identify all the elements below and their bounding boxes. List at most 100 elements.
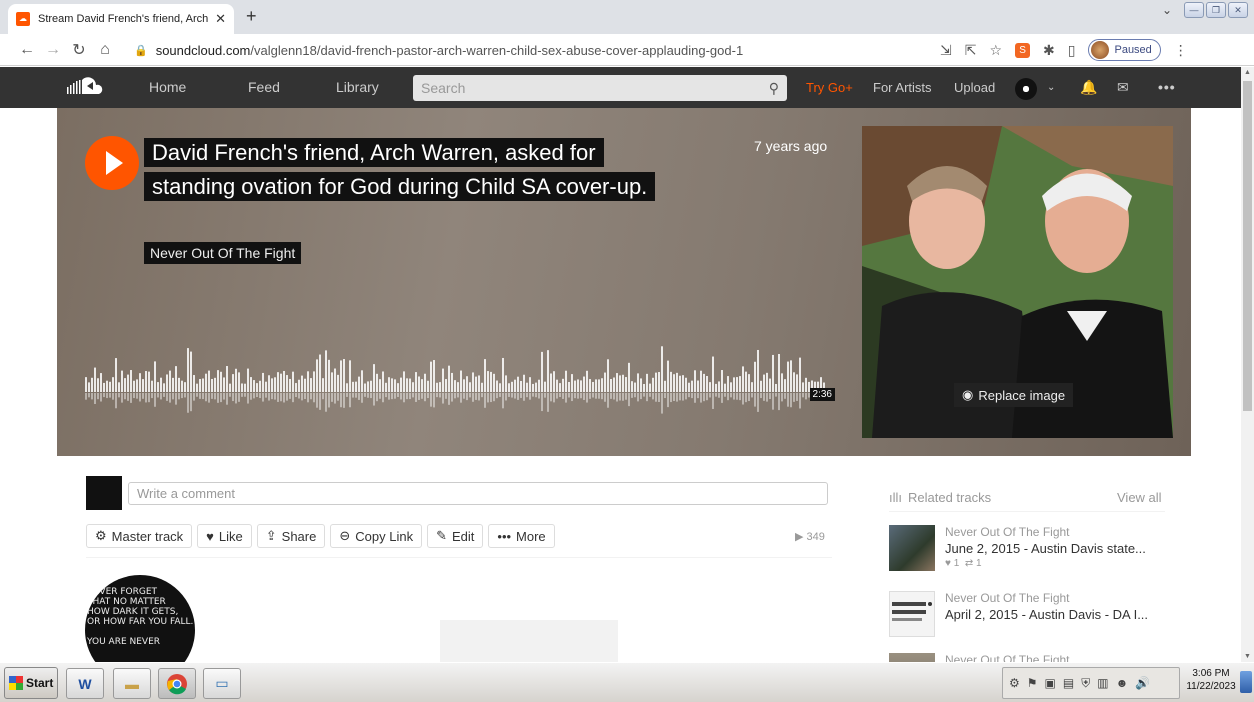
more-button[interactable]: ••• More xyxy=(488,524,555,548)
side-panel-icon[interactable]: ▯ xyxy=(1068,42,1076,59)
replace-image-button[interactable]: ◉ Replace image xyxy=(954,383,1074,407)
tray-security-icon[interactable]: ⛨ xyxy=(1081,676,1090,691)
nav-home[interactable]: Home xyxy=(149,67,186,108)
close-window-button[interactable]: ✕ xyxy=(1228,2,1248,18)
waveform-bar-reflection xyxy=(295,393,297,398)
tray-monitor-icon[interactable]: ▣ xyxy=(1045,676,1056,690)
waveform-bar-reflection xyxy=(493,393,495,402)
related-track-thumbnail[interactable] xyxy=(889,591,935,637)
menu-kebab-icon[interactable]: ⋮ xyxy=(1174,42,1188,59)
tray-display-icon[interactable]: ▤ xyxy=(1063,676,1074,690)
comment-input[interactable]: Write a comment xyxy=(128,482,828,505)
upload-link[interactable]: Upload xyxy=(954,67,995,108)
waveform-bar xyxy=(394,379,396,392)
waveform-bar xyxy=(88,382,90,392)
waveform-bar-reflection xyxy=(700,393,702,403)
related-track-title[interactable]: April 2, 2015 - Austin Davis - DA I... xyxy=(945,607,1148,622)
waveform-bar-reflection xyxy=(733,393,735,400)
waveform-bar xyxy=(412,382,414,392)
forward-arrow-icon[interactable]: → xyxy=(40,41,66,59)
waveform-bar xyxy=(682,375,684,392)
waveform-bar xyxy=(463,379,465,392)
related-track-item[interactable]: Never Out Of The Fight April 2, 2015 - A… xyxy=(889,591,1189,645)
tray-network-icon[interactable]: ⚑ xyxy=(1027,676,1038,690)
waveform[interactable]: 2:36 xyxy=(85,340,835,422)
extension-icon[interactable]: S xyxy=(1015,42,1031,58)
user-menu-chevron-icon[interactable]: ⌄ xyxy=(1047,67,1055,108)
page-scrollbar[interactable]: ▲ ▼ xyxy=(1241,67,1254,662)
waveform-bar xyxy=(313,371,315,392)
nav-feed[interactable]: Feed xyxy=(248,67,280,108)
start-button[interactable]: Start xyxy=(4,667,58,699)
tray-app-icon[interactable]: ⚙ xyxy=(1009,676,1020,690)
volume-icon[interactable]: 🔊 xyxy=(1135,676,1150,690)
track-artist[interactable]: Never Out Of The Fight xyxy=(144,242,302,264)
waveform-bar-reflection xyxy=(694,393,696,403)
messages-envelope-icon[interactable]: ✉ xyxy=(1117,67,1129,108)
waveform-bar xyxy=(352,381,354,392)
waveform-bar xyxy=(388,377,390,392)
scrollbar-thumb[interactable] xyxy=(1243,81,1252,411)
close-tab-icon[interactable]: ✕ xyxy=(215,11,226,27)
word-app-icon[interactable]: W xyxy=(66,668,104,699)
view-all-link[interactable]: View all xyxy=(1117,490,1162,505)
user-avatar[interactable] xyxy=(1015,78,1037,100)
tray-user-icon[interactable]: ☻ xyxy=(1116,676,1129,690)
share-button[interactable]: ⇪ Share xyxy=(256,524,326,548)
chrome-app-icon[interactable] xyxy=(158,668,196,699)
waveform-bar xyxy=(355,381,357,392)
related-track-thumbnail[interactable] xyxy=(889,525,935,571)
waveform-bar-reflection xyxy=(454,393,456,399)
waveform-bar xyxy=(109,381,111,392)
related-track-stats: ♥ 1 ⇄ 1 xyxy=(945,558,982,569)
waveform-bar xyxy=(289,378,291,392)
related-track-item[interactable]: Never Out Of The Fight June 2, 2015 - Au… xyxy=(889,525,1189,579)
restore-button[interactable]: ❐ xyxy=(1206,2,1226,18)
file-explorer-icon[interactable]: ▬ xyxy=(113,668,151,699)
tray-signal-icon[interactable]: ▥ xyxy=(1097,676,1108,690)
extensions-puzzle-icon[interactable]: ✱ xyxy=(1043,42,1055,59)
nav-library[interactable]: Library xyxy=(336,67,379,108)
waveform-bar-reflection xyxy=(469,393,471,398)
install-app-icon[interactable]: ⇲ xyxy=(940,42,952,59)
more-dots-icon[interactable]: ••• xyxy=(1158,67,1176,108)
show-desktop-button[interactable] xyxy=(1240,671,1252,693)
waveform-bar-reflection xyxy=(163,393,165,397)
master-track-button[interactable]: ⚙ Master track xyxy=(86,524,193,548)
system-clock[interactable]: 3:06 PM 11/22/2023 xyxy=(1183,667,1239,693)
profile-button[interactable]: Paused xyxy=(1088,39,1161,61)
waveform-bar xyxy=(553,371,555,392)
home-icon[interactable]: ⌂ xyxy=(92,41,118,59)
try-go-link[interactable]: Try Go+ xyxy=(806,67,853,108)
waveform-bar xyxy=(520,380,522,392)
tab-search-chevron-icon[interactable]: ⌄ xyxy=(1162,3,1172,17)
edit-button[interactable]: ✎ Edit xyxy=(427,524,484,548)
waveform-bar xyxy=(346,383,348,392)
waveform-bar xyxy=(100,373,102,392)
related-track-artist[interactable]: Never Out Of The Fight xyxy=(945,591,1070,605)
like-button[interactable]: ♥ Like xyxy=(197,524,252,548)
related-track-artist[interactable]: Never Out Of The Fight xyxy=(945,525,1070,539)
search-input[interactable]: Search ⚲ xyxy=(413,75,787,101)
bookmark-star-icon[interactable]: ☆ xyxy=(989,42,1002,59)
play-button[interactable] xyxy=(85,136,139,190)
back-arrow-icon[interactable]: ← xyxy=(14,41,40,59)
scroll-down-icon[interactable]: ▼ xyxy=(1244,653,1251,660)
waveform-bar-reflection xyxy=(379,393,381,399)
scroll-up-icon[interactable]: ▲ xyxy=(1244,69,1251,76)
related-track-title[interactable]: June 2, 2015 - Austin Davis state... xyxy=(945,541,1146,556)
browser-tab[interactable]: ☁ Stream David French's friend, Arch ✕ xyxy=(8,4,234,34)
new-tab-icon[interactable]: + xyxy=(246,6,257,27)
soundcloud-logo-icon[interactable] xyxy=(64,75,114,99)
notifications-bell-icon[interactable]: 🔔 xyxy=(1080,67,1097,108)
waveform-bar xyxy=(523,374,525,392)
waveform-bar xyxy=(511,381,513,392)
copy-link-button[interactable]: ⊖ Copy Link xyxy=(330,524,423,548)
waveform-bar-reflection xyxy=(193,393,195,401)
minimize-button[interactable]: — xyxy=(1184,2,1204,18)
desktop-app-icon[interactable]: ▭ xyxy=(203,668,241,699)
search-icon[interactable]: ⚲ xyxy=(769,80,779,97)
share-icon[interactable]: ⇱ xyxy=(965,42,977,59)
for-artists-link[interactable]: For Artists xyxy=(873,67,932,108)
reload-icon[interactable]: ↻ xyxy=(66,40,92,60)
